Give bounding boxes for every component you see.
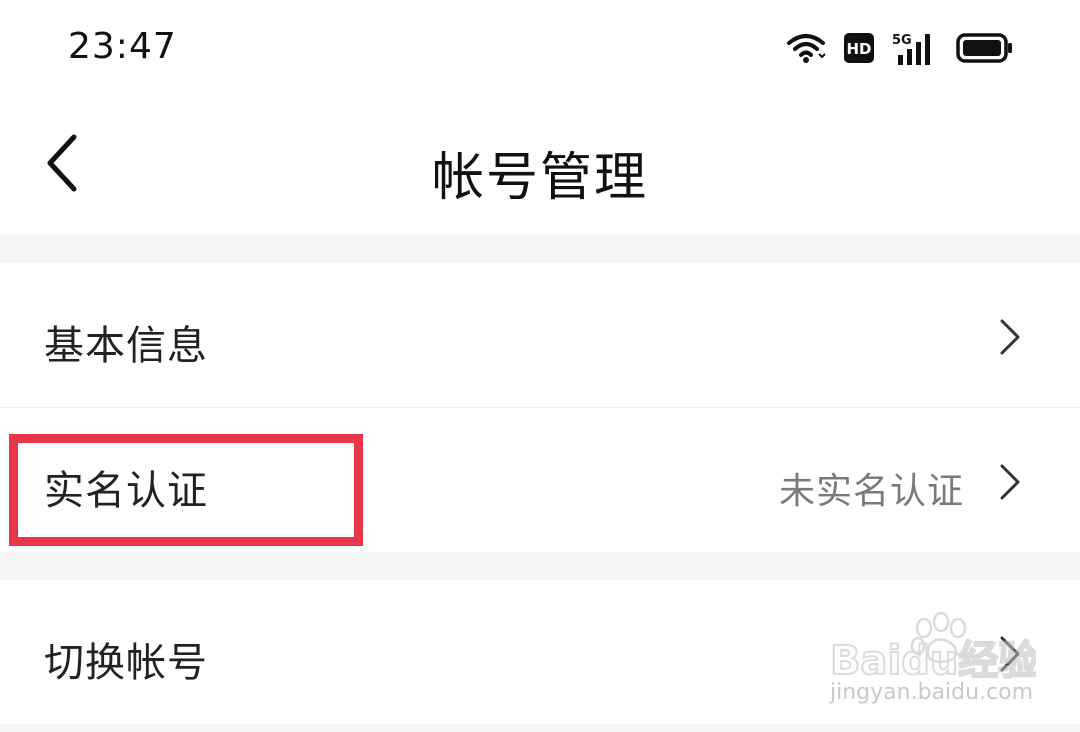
battery-icon	[956, 33, 1014, 63]
chevron-right-icon	[1000, 319, 1020, 355]
settings-item-label: 基本信息	[44, 323, 208, 369]
status-time: 23:47	[68, 26, 177, 67]
settings-item-label: 实名认证	[44, 468, 208, 514]
status-icons: HD 5G	[786, 30, 1014, 66]
page-title: 帐号管理	[431, 148, 648, 208]
hd-icon: HD	[844, 33, 874, 63]
section-gap	[0, 724, 1080, 732]
watermark-url: jingyan.baidu.com	[830, 680, 1034, 705]
section-gap	[0, 235, 1080, 263]
5g-signal-icon: 5G	[892, 31, 938, 65]
wifi-icon	[786, 32, 826, 64]
hd-label: HD	[846, 40, 871, 58]
settings-item-basic-info[interactable]: 基本信息	[0, 263, 1080, 407]
settings-item-label: 切换帐号	[44, 640, 208, 686]
chevron-right-icon	[1000, 464, 1020, 500]
section-gap	[0, 552, 1080, 580]
nav-bar: 帐号管理	[0, 95, 1080, 235]
screen: 23:47 HD 5G 帐号管理 基本信息 实名认证 未实名认证 切换帐号 Ba…	[0, 0, 1080, 732]
network-label: 5G	[892, 33, 912, 48]
verification-status: 未实名认证	[778, 471, 964, 512]
status-bar: 23:47 HD 5G	[0, 0, 1080, 95]
settings-item-real-name-verification[interactable]: 实名认证 未实名认证	[0, 408, 1080, 552]
chevron-right-icon	[1000, 636, 1020, 672]
